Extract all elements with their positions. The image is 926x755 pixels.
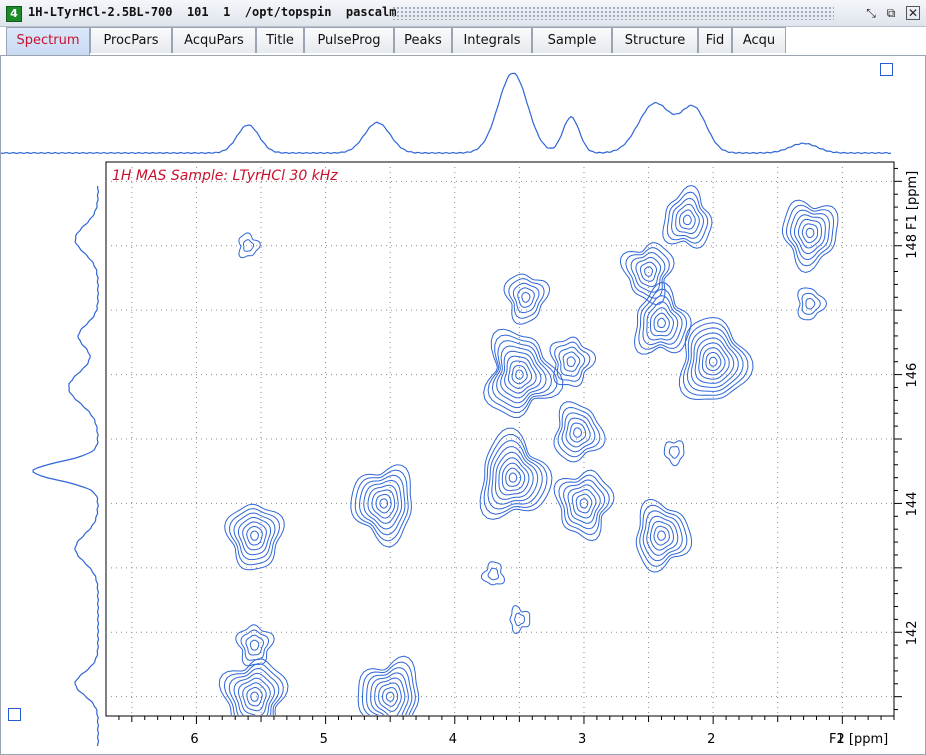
window-title: 1H-LTyrHCl-2.5BL-700 101 1 /opt/topspin … (28, 5, 397, 19)
tab-fid[interactable]: Fid (698, 27, 732, 53)
contour-level (569, 422, 587, 443)
contour-level (249, 639, 260, 651)
spectrum-plot[interactable]: 6 5 4 3 2 1F2 [ppm]148146144142F1 [ppm]1H MAS… (1, 56, 925, 754)
minimize-icon[interactable]: ⤡ (864, 6, 878, 20)
f1-projection-trace (32, 185, 100, 747)
spectrum-annotation: 1H MAS Sample: LTyrHCl 30 kHz (112, 168, 338, 184)
contour-level (354, 469, 409, 542)
contour-level (663, 440, 685, 467)
contour-level (521, 292, 531, 303)
contour-level (801, 223, 819, 244)
title-bar: 4 1H-LTyrHCl-2.5BL-700 101 1 /opt/topspi… (0, 0, 926, 27)
contour-level (657, 530, 666, 541)
contour-level (517, 287, 535, 308)
contour-level (657, 317, 666, 328)
f1-projection-toggle-icon[interactable] (8, 708, 21, 721)
tab-procpars[interactable]: ProcPars (90, 27, 172, 53)
contour-level (243, 239, 255, 252)
contour-level (514, 612, 525, 627)
x-tick-label: 5 (320, 732, 328, 747)
contour-level (653, 525, 670, 546)
x-tick-label: 6 (190, 732, 198, 747)
contour-level (509, 605, 531, 635)
contour-level (782, 199, 839, 274)
contour-level (573, 427, 582, 438)
contour-level (246, 526, 263, 546)
contour-level (228, 667, 280, 715)
contour-level (785, 204, 835, 267)
f2-projection-toggle-icon[interactable] (880, 63, 893, 76)
tab-peaks[interactable]: Peaks (394, 27, 452, 53)
contour-level (553, 401, 606, 463)
tab-integrals[interactable]: Integrals (452, 27, 532, 53)
contour-level (508, 472, 518, 483)
contour-level (562, 351, 581, 372)
contour-level (571, 488, 597, 519)
tab-sample[interactable]: Sample (532, 27, 612, 53)
contour-level (245, 634, 265, 656)
f2-projection-trace (1, 72, 892, 155)
contour-level (238, 232, 261, 259)
contour-level (662, 184, 713, 249)
contour-level (363, 479, 403, 530)
tab-title[interactable]: Title (256, 27, 304, 53)
contour-level (797, 287, 828, 321)
y-tick-label: 142 (905, 620, 920, 645)
contour-level (805, 298, 816, 310)
maximize-icon[interactable]: ⧉ (884, 6, 898, 20)
contour-level (224, 503, 285, 571)
x-tick-label: 4 (449, 732, 457, 747)
contour-level (805, 227, 815, 239)
contour-level (644, 266, 654, 277)
contour-level (679, 209, 696, 230)
y-tick-label: 146 (905, 363, 920, 388)
contour-level (682, 214, 692, 226)
contour-level (668, 445, 680, 459)
x-tick-label: 3 (578, 732, 586, 747)
plot-frame (105, 161, 895, 717)
y-axis-label: F1 [ppm] (905, 171, 920, 230)
contour-level (558, 346, 586, 377)
contour-level (639, 261, 658, 282)
close-icon[interactable]: ✕ (906, 6, 920, 20)
contour-level (381, 687, 399, 707)
contour-group (218, 184, 839, 715)
contour-level (666, 191, 709, 244)
contour-level (487, 567, 499, 581)
contour-level (694, 337, 735, 384)
contour-level (686, 327, 744, 392)
contour-level (480, 561, 506, 586)
window-number-badge: 4 (6, 6, 22, 22)
tab-structure[interactable]: Structure (612, 27, 698, 53)
tab-pulseprog[interactable]: PulseProg (304, 27, 394, 53)
contour-level (511, 365, 528, 385)
tab-acqupars[interactable]: AcquPars (172, 27, 256, 53)
contour-level (246, 687, 263, 707)
y-tick-label: 148 (905, 234, 920, 259)
contour-level (505, 467, 522, 487)
contour-level (375, 494, 392, 514)
contour-level (638, 288, 688, 350)
contour-level (233, 512, 276, 561)
contour-level (250, 530, 259, 541)
y-tick-label: 144 (905, 492, 920, 517)
contour-level (566, 356, 576, 367)
contour-level (709, 356, 718, 367)
x-axis-label: F2 [ppm] (829, 732, 888, 747)
tab-spectrum[interactable]: Spectrum (6, 27, 90, 55)
tab-acqu[interactable]: Acqu (732, 27, 786, 53)
contour-level (240, 629, 270, 661)
spectrum-panel: 6 5 4 3 2 1 F2 [ppm] 148 146 144 142 F1 [ppm] 1H MAS… (0, 55, 926, 755)
contour-level (801, 292, 821, 315)
x-tick-label: 2 (707, 732, 715, 747)
contour-level (653, 312, 670, 333)
contour-level (385, 691, 395, 702)
title-bar-grip[interactable] (392, 6, 834, 20)
